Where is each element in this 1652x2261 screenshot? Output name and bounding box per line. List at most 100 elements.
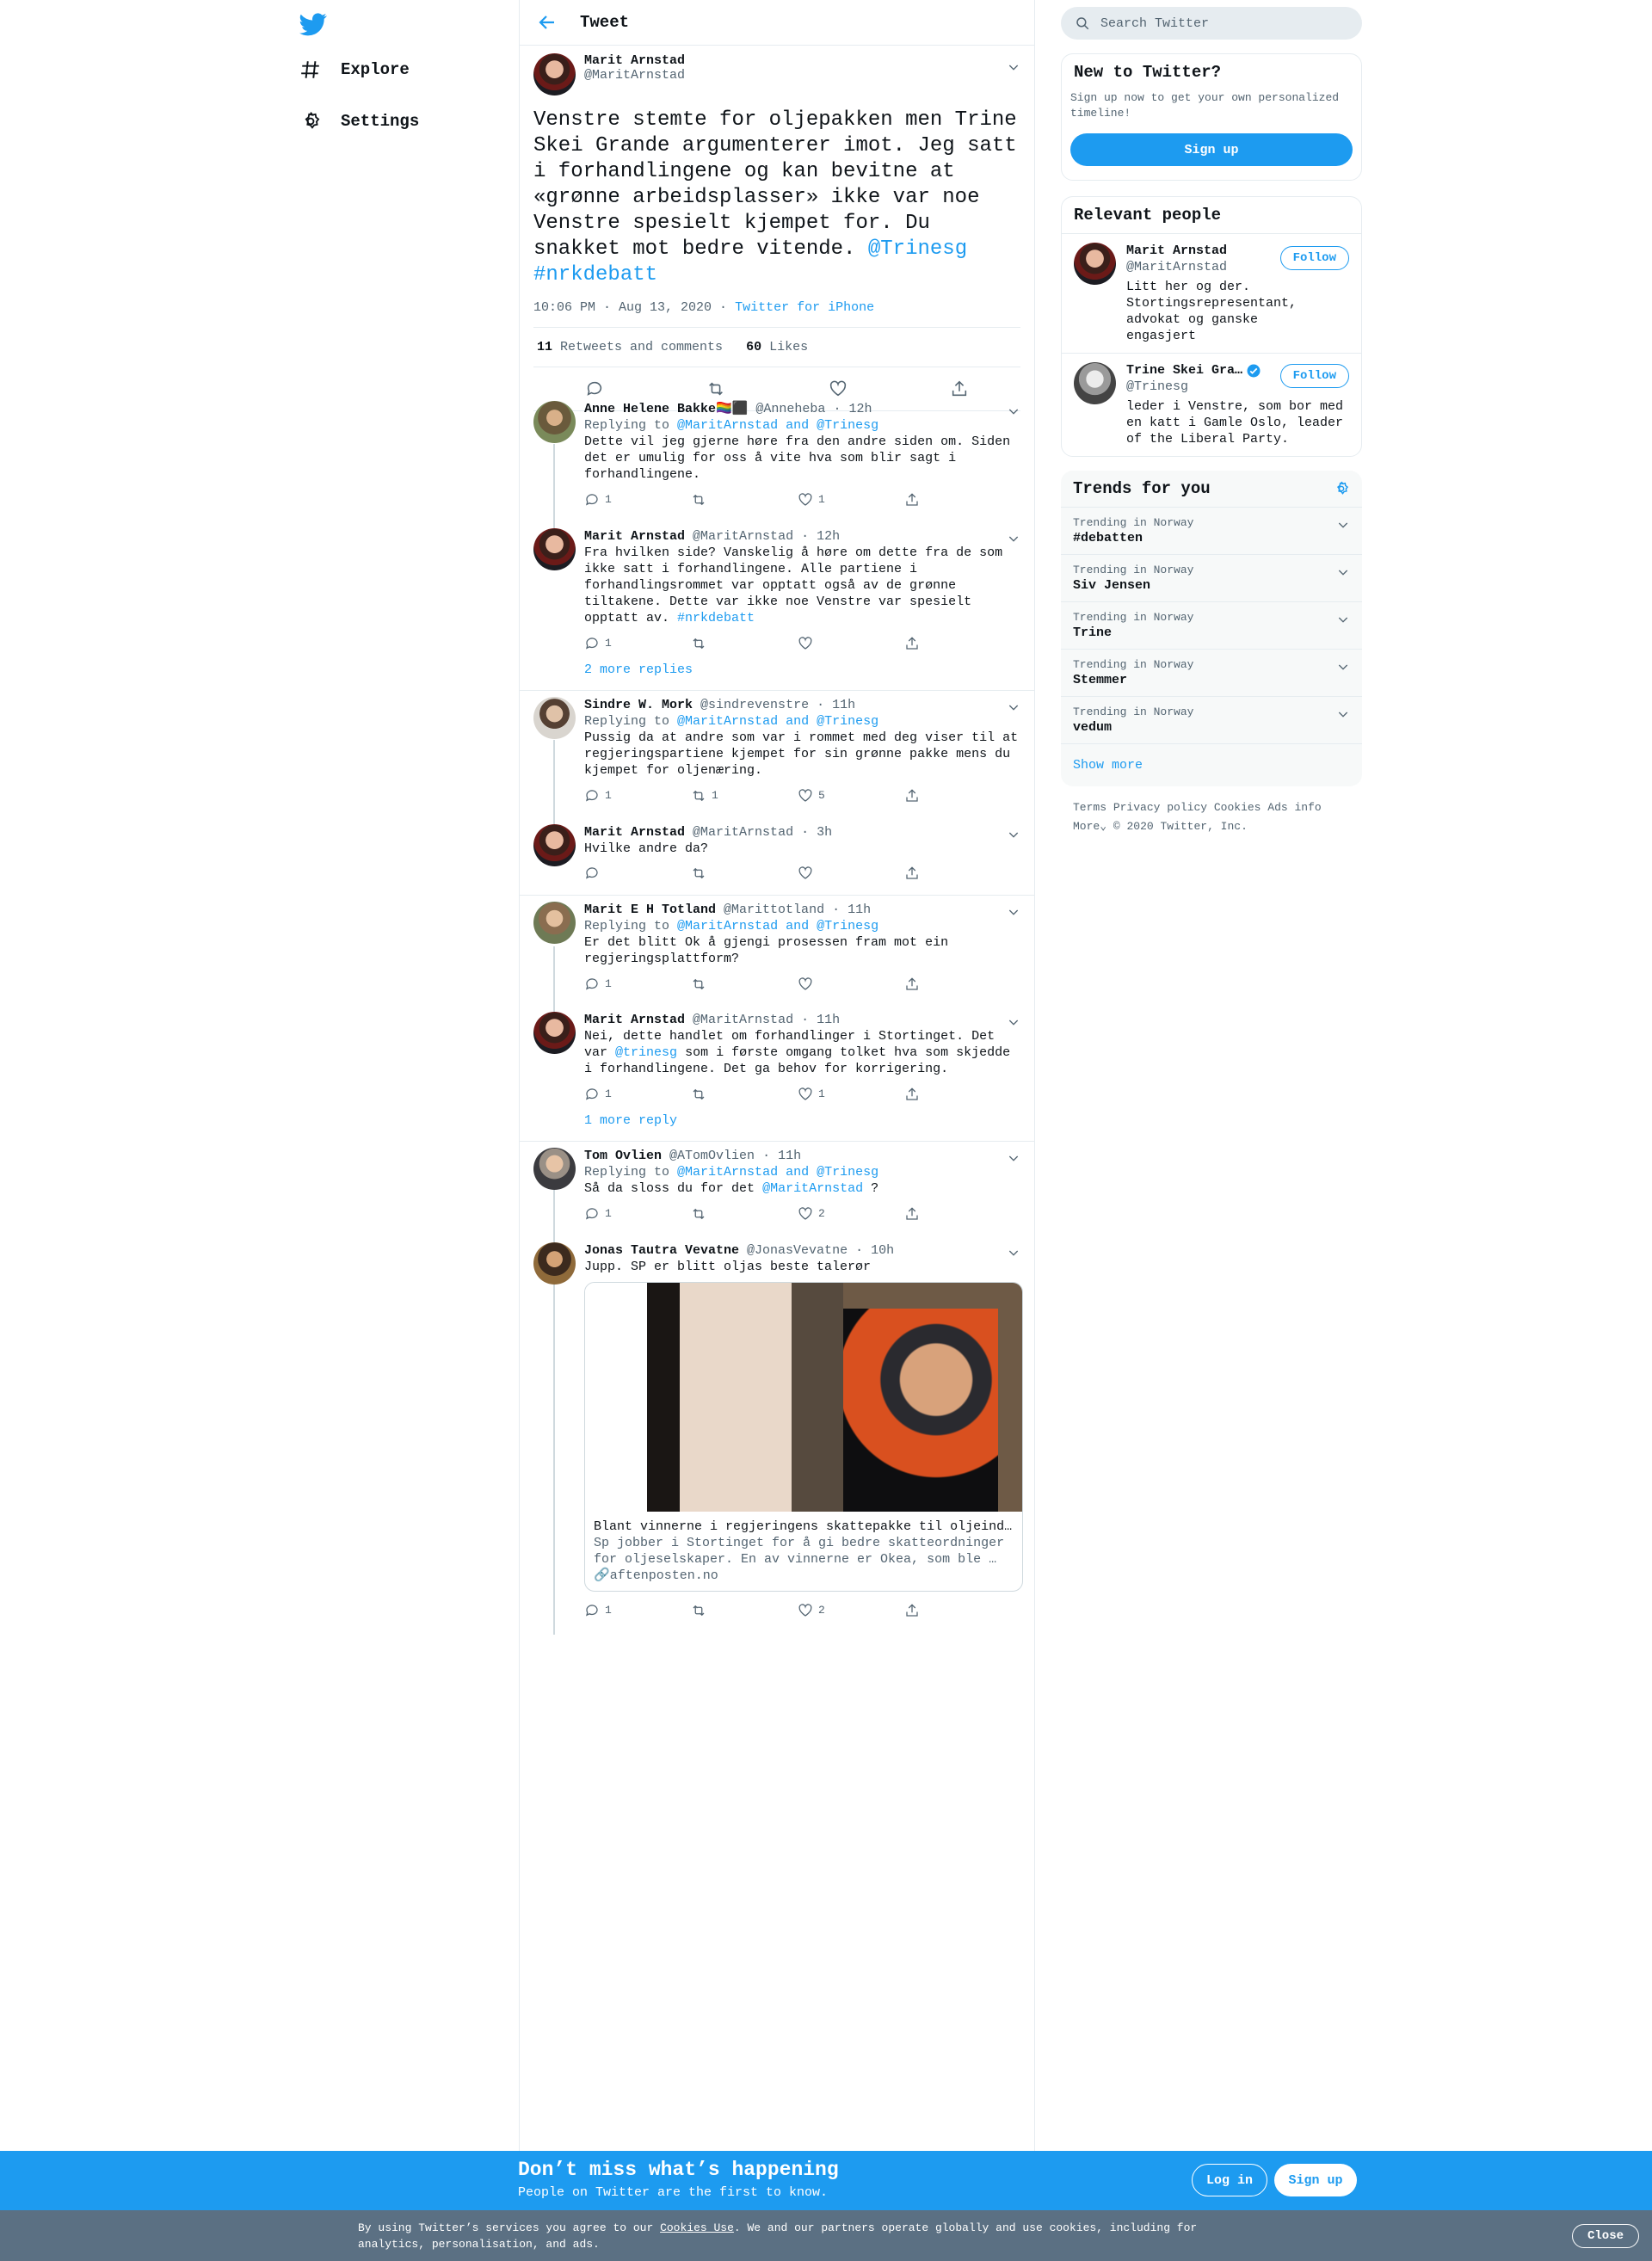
- trend-item[interactable]: Trending in Norway Stemmer: [1061, 649, 1362, 696]
- avatar[interactable]: [533, 528, 576, 570]
- more-replies-link[interactable]: 1 more reply: [584, 1112, 1020, 1129]
- retweet-button[interactable]: [691, 866, 798, 881]
- like-icon[interactable]: [829, 379, 848, 398]
- person-card[interactable]: Marit Arnstad @MaritArnstad Litt her og …: [1062, 233, 1361, 353]
- reply-time[interactable]: 11h: [778, 1149, 801, 1163]
- share-button[interactable]: [904, 976, 1011, 992]
- author-name[interactable]: Marit Arnstad: [584, 529, 685, 544]
- chevron-down-icon[interactable]: [1336, 565, 1350, 579]
- reply-tweet[interactable]: Marit E H Totland @Marittotland · 11h Re…: [520, 902, 1034, 992]
- author-name[interactable]: Tom Ovlien: [584, 1149, 662, 1163]
- close-button[interactable]: Close: [1572, 2224, 1639, 2248]
- like-button[interactable]: 1: [798, 1086, 904, 1102]
- sidebar-signup-button[interactable]: Sign up: [1070, 133, 1353, 166]
- chevron-down-icon[interactable]: [1007, 1151, 1020, 1165]
- reply-tweet[interactable]: Marit Arnstad @MaritArnstad · 3h Hvilke …: [520, 824, 1034, 881]
- author-name[interactable]: Marit E H Totland: [584, 903, 716, 917]
- avatar[interactable]: [1074, 362, 1116, 404]
- cookie-use-link[interactable]: Cookies Use: [660, 2221, 734, 2234]
- chevron-down-icon[interactable]: [1007, 700, 1020, 714]
- chevron-down-icon[interactable]: [1336, 613, 1350, 626]
- share-button[interactable]: [904, 1086, 1011, 1102]
- search-input[interactable]: Search Twitter: [1061, 7, 1362, 40]
- like-label[interactable]: Likes: [769, 340, 808, 354]
- back-arrow-icon[interactable]: [537, 12, 558, 33]
- avatar[interactable]: [533, 1148, 576, 1190]
- show-more-link[interactable]: Show more: [1061, 743, 1362, 786]
- reply-button[interactable]: 1: [584, 1602, 691, 1618]
- follow-button[interactable]: Follow: [1279, 364, 1349, 388]
- reply-time[interactable]: 11h: [817, 1013, 840, 1027]
- author-handle[interactable]: @Marittotland: [724, 903, 824, 917]
- share-button[interactable]: [904, 1602, 1011, 1618]
- avatar[interactable]: [1074, 243, 1116, 285]
- retweet-button[interactable]: 1: [691, 787, 798, 804]
- chevron-down-icon[interactable]: [1336, 660, 1350, 674]
- nav-explore[interactable]: Explore: [299, 59, 410, 81]
- reply-time[interactable]: 3h: [817, 825, 832, 840]
- share-button[interactable]: [904, 635, 1011, 651]
- replying-to-link[interactable]: @MaritArnstad and @Trinesg: [677, 418, 878, 433]
- author-handle[interactable]: @JonasVevatne: [747, 1243, 848, 1258]
- reply-time[interactable]: 12h: [848, 402, 872, 416]
- chevron-down-icon[interactable]: [1007, 1246, 1020, 1260]
- replying-to-link[interactable]: @MaritArnstad and @Trinesg: [677, 714, 878, 729]
- link-card[interactable]: Blant vinnerne i regjeringens skattepakk…: [584, 1282, 1023, 1592]
- tweet-timestamp[interactable]: 10:06 PM · Aug 13, 2020: [533, 300, 712, 315]
- person-handle[interactable]: @MaritArnstad: [1126, 259, 1290, 275]
- reply-button[interactable]: 1: [584, 787, 691, 804]
- retweet-button[interactable]: [691, 1602, 798, 1618]
- like-count[interactable]: 60: [746, 340, 761, 354]
- reply-button[interactable]: 1: [584, 635, 691, 651]
- reply-icon[interactable]: [585, 379, 604, 398]
- replying-to-link[interactable]: @MaritArnstad and @Trinesg: [677, 1165, 878, 1180]
- tweet-source[interactable]: Twitter for iPhone: [735, 300, 874, 315]
- footer-more[interactable]: More⌄: [1073, 820, 1106, 833]
- author-name[interactable]: Jonas Tautra Vevatne: [584, 1243, 739, 1258]
- chevron-down-icon[interactable]: [1007, 532, 1020, 545]
- author-name[interactable]: Anne Helene Bakke🏳️‍🌈⬛: [584, 402, 748, 416]
- reply-tweet[interactable]: Sindre W. Mork @sindrevenstre · 11h Repl…: [520, 697, 1034, 804]
- avatar[interactable]: [533, 401, 576, 443]
- chevron-down-icon[interactable]: [1007, 60, 1020, 74]
- more-replies-link[interactable]: 2 more replies: [584, 662, 1020, 678]
- reply-button[interactable]: 1: [584, 1205, 691, 1222]
- reply-time[interactable]: 11h: [848, 903, 871, 917]
- author-handle[interactable]: @Anneheba: [755, 402, 825, 416]
- footer-terms[interactable]: Terms: [1073, 801, 1106, 814]
- like-button[interactable]: [798, 635, 904, 651]
- author-name[interactable]: Sindre W. Mork: [584, 698, 693, 712]
- reply-tweet[interactable]: Jonas Tautra Vevatne @JonasVevatne · 10h…: [520, 1242, 1034, 1618]
- retweet-button[interactable]: [691, 976, 798, 992]
- trend-item[interactable]: Trending in Norway Siv Jensen: [1061, 554, 1362, 601]
- login-button[interactable]: Log in: [1192, 2164, 1267, 2196]
- banner-signup-button[interactable]: Sign up: [1274, 2164, 1357, 2196]
- chevron-down-icon[interactable]: [1007, 828, 1020, 841]
- retweet-count[interactable]: 11: [537, 340, 552, 354]
- author-handle[interactable]: @ATomOvlien: [669, 1149, 755, 1163]
- chevron-down-icon[interactable]: [1007, 905, 1020, 919]
- follow-button[interactable]: Follow: [1279, 246, 1349, 270]
- chevron-down-icon[interactable]: [1336, 518, 1350, 532]
- trend-item[interactable]: Trending in Norway #debatten: [1061, 507, 1362, 554]
- share-button[interactable]: [904, 1205, 1011, 1222]
- reply-button[interactable]: 1: [584, 976, 691, 992]
- avatar[interactable]: [533, 1012, 576, 1054]
- author-handle[interactable]: @MaritArnstad: [693, 529, 793, 544]
- reply-tweet[interactable]: Tom Ovlien @ATomOvlien · 11h Replying to…: [520, 1148, 1034, 1222]
- author-handle[interactable]: @sindrevenstre: [700, 698, 809, 712]
- reply-time[interactable]: 12h: [817, 529, 840, 544]
- retweet-button[interactable]: [691, 491, 798, 508]
- reply-tweet[interactable]: Marit Arnstad @MaritArnstad · 11h Nei, d…: [520, 1012, 1034, 1129]
- chevron-down-icon[interactable]: [1007, 1015, 1020, 1029]
- replying-to-link[interactable]: @MaritArnstad and @Trinesg: [677, 919, 878, 933]
- footer-ads[interactable]: Ads info: [1267, 801, 1321, 814]
- reply-tweet[interactable]: Marit Arnstad @MaritArnstad · 12h Fra hv…: [520, 528, 1034, 678]
- like-button[interactable]: [798, 866, 904, 881]
- avatar[interactable]: [533, 1242, 576, 1285]
- share-button[interactable]: [904, 866, 1011, 881]
- author-name[interactable]: Marit Arnstad: [584, 1013, 685, 1027]
- hashtag-link[interactable]: #nrkdebatt: [677, 611, 755, 625]
- reply-button[interactable]: 1: [584, 1086, 691, 1102]
- avatar[interactable]: [533, 902, 576, 944]
